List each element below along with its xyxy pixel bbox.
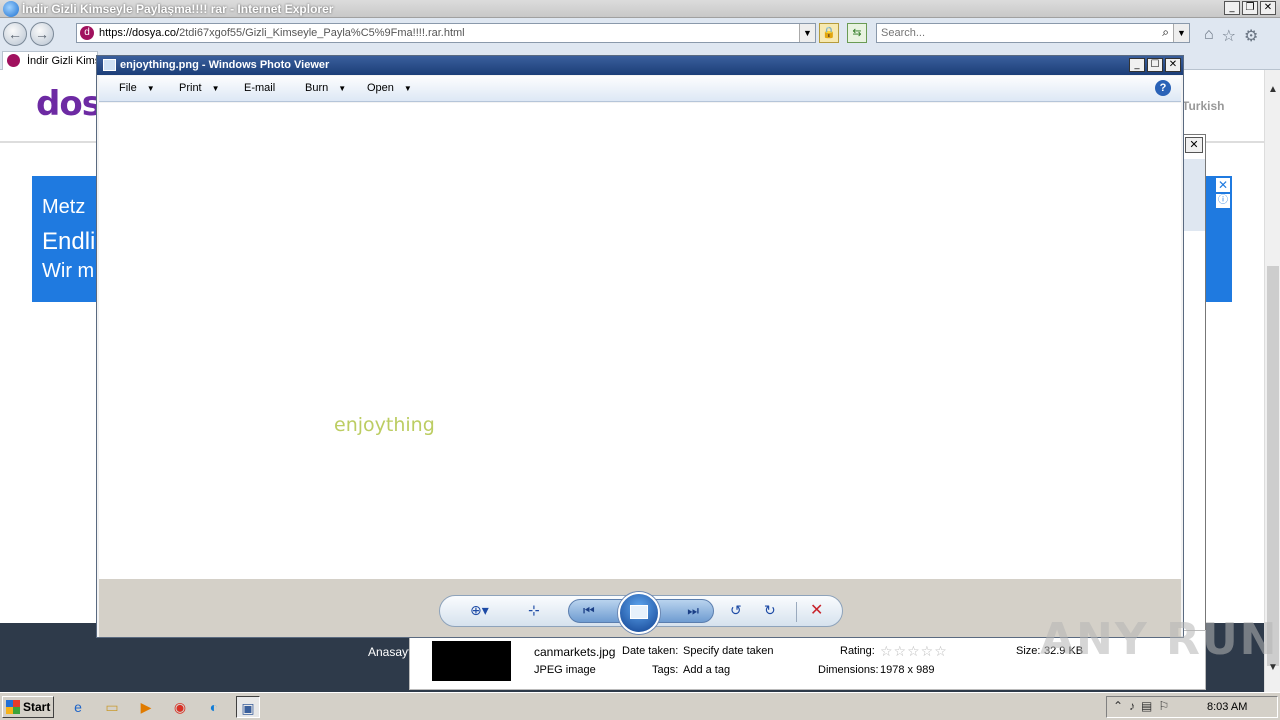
media-player-icon[interactable]: ▶ xyxy=(134,696,158,718)
explorer-folder-icon[interactable]: ▭ xyxy=(100,696,124,718)
chevron-down-icon: ▼ xyxy=(211,84,220,93)
start-button[interactable]: Start xyxy=(2,696,54,718)
pv-close-button[interactable]: ✕ xyxy=(1165,58,1181,72)
pv-minimize-button[interactable]: _ xyxy=(1129,58,1145,72)
size-label: Size: xyxy=(1016,645,1041,657)
tab-label: İndir Gizli Kimseyle Paylaşma!!!! rar xyxy=(27,55,98,67)
ie-window-title: İndir Gizli Kimseyle Paylaşma!!!! rar - … xyxy=(22,2,334,16)
menu-open[interactable]: Open ▼ xyxy=(367,82,412,94)
photo-viewer-titlebar: enjoything.png - Windows Photo Viewer _ … xyxy=(97,56,1183,75)
minimize-button[interactable]: _ xyxy=(1224,1,1240,15)
site-favicon-icon: d xyxy=(80,26,94,40)
restore-button[interactable]: ❐ xyxy=(1242,1,1258,15)
search-box[interactable]: ⌕ ▼ xyxy=(876,23,1190,43)
previous-icon[interactable]: ⏮ xyxy=(583,603,595,619)
system-tray: ⌃♪▤⚐ 8:03 AM xyxy=(1106,696,1278,718)
photo-viewer-toolbar: ⊕▾ ⊹ ⏮ ⏭ ↺ ↻ ✕ xyxy=(439,592,843,634)
date-taken-label: Date taken: xyxy=(622,645,679,657)
actual-size-icon[interactable]: ⊹ xyxy=(528,602,540,619)
menu-email[interactable]: E-mail xyxy=(244,82,275,94)
chevron-down-icon: ▼ xyxy=(338,84,347,93)
ad-line-3: Wir m xyxy=(42,260,95,282)
lock-icon[interactable]: 🔒 xyxy=(819,23,839,43)
ie-tool-icons: ⌂ ☆ ⚙ xyxy=(1204,26,1258,46)
dimensions-label: Dimensions: xyxy=(818,664,879,676)
edge-icon[interactable]: ◐ xyxy=(202,696,226,718)
ad-info-icon[interactable]: ⓘ xyxy=(1216,194,1230,208)
ie-navigation-bar: ← → d https://dosya.co/2tdi67xgof55/Gizl… xyxy=(0,18,1280,50)
delete-icon[interactable]: ✕ xyxy=(810,600,823,620)
search-input[interactable] xyxy=(881,26,1151,40)
ie-titlebar: İndir Gizli Kimseyle Paylaşma!!!! rar - … xyxy=(0,0,1280,18)
search-icon[interactable]: ⌕ xyxy=(1162,25,1169,40)
back-button[interactable]: ← xyxy=(3,22,27,46)
chrome-icon[interactable]: ◉ xyxy=(168,696,192,718)
address-url: https://dosya.co/2tdi67xgof55/Gizli_Kims… xyxy=(99,27,465,39)
photo-viewer-controls: ⊕▾ ⊹ ⏮ ⏭ ↺ ↻ ✕ xyxy=(99,579,1181,637)
menu-burn[interactable]: Burn ▼ xyxy=(305,82,346,94)
chevron-down-icon: ▼ xyxy=(403,84,412,93)
zoom-icon[interactable]: ⊕▾ xyxy=(470,602,489,619)
photo-viewer-window-controls: _ ☐ ✕ xyxy=(1129,58,1181,72)
photo-viewer-window: enjoything.png - Windows Photo Viewer _ … xyxy=(96,55,1184,638)
close-button[interactable]: ✕ xyxy=(1260,1,1276,15)
tab-dosya[interactable]: İndir Gizli Kimseyle Paylaşma!!!! rar xyxy=(2,51,98,70)
forward-button[interactable]: → xyxy=(30,22,54,46)
ie-taskbar-icon[interactable]: e xyxy=(66,696,90,718)
photo-display-area[interactable]: enjoything xyxy=(99,103,1181,579)
menu-file[interactable]: File ▼ xyxy=(119,82,155,94)
gear-icon[interactable]: ⚙ xyxy=(1244,26,1258,46)
clock[interactable]: 8:03 AM xyxy=(1207,701,1247,713)
help-icon[interactable]: ? xyxy=(1155,80,1171,96)
ie-window-controls: _ ❐ ✕ xyxy=(1224,1,1276,15)
search-dropdown-icon[interactable]: ▼ xyxy=(1173,24,1189,42)
tray-icons[interactable]: ⌃♪▤⚐ xyxy=(1113,699,1175,713)
photo-viewer-title: enjoything.png - Windows Photo Viewer xyxy=(120,59,330,71)
photo-viewer-app-icon xyxy=(103,59,116,71)
page-scrollbar[interactable]: ▲ ▼ xyxy=(1264,70,1280,692)
photo-viewer-menubar: File ▼ Print ▼ E-mail Burn ▼ Open ▼ ? xyxy=(99,76,1181,102)
slideshow-button[interactable] xyxy=(618,592,660,634)
chevron-down-icon: ▼ xyxy=(146,84,155,93)
next-icon[interactable]: ⏭ xyxy=(687,603,699,619)
windows-logo-icon xyxy=(6,700,20,714)
file-name: canmarkets.jpg xyxy=(534,645,616,659)
menu-print[interactable]: Print ▼ xyxy=(179,82,220,94)
scroll-up-icon[interactable]: ▲ xyxy=(1265,84,1280,100)
rating-label: Rating: xyxy=(840,645,875,657)
address-dropdown-icon[interactable]: ▼ xyxy=(799,24,815,42)
ad-line-1: Metz xyxy=(42,196,86,218)
address-bar[interactable]: d https://dosya.co/2tdi67xgof55/Gizli_Ki… xyxy=(76,23,816,43)
watermark: ANY RUN xyxy=(1040,614,1279,665)
favorites-star-icon[interactable]: ☆ xyxy=(1222,26,1236,46)
tags-value[interactable]: Add a tag xyxy=(683,664,730,676)
dimensions-value: 1978 x 989 xyxy=(880,664,935,676)
ad-close-icon[interactable]: ✕ xyxy=(1216,178,1230,192)
tags-label: Tags: xyxy=(652,664,679,676)
background-close-icon[interactable]: ✕ xyxy=(1185,137,1203,153)
photo-viewer-taskbar-icon[interactable]: ▣ xyxy=(236,696,260,718)
toolbar-separator xyxy=(796,602,797,622)
language-selector[interactable]: Turkish xyxy=(1182,99,1224,113)
file-type: JPEG image xyxy=(534,664,596,676)
slideshow-icon xyxy=(630,605,648,619)
background-toolbar xyxy=(1181,159,1205,231)
taskbar: Start e ▭ ▶ ◉ ◐ ▣ ⌃♪▤⚐ 8:03 AM xyxy=(0,692,1280,720)
rotate-right-icon[interactable]: ↻ xyxy=(764,602,776,619)
home-icon[interactable]: ⌂ xyxy=(1204,26,1214,46)
ie-logo-icon xyxy=(3,1,19,17)
refresh-icon[interactable]: ⇆ xyxy=(847,23,867,43)
pv-maximize-button[interactable]: ☐ xyxy=(1147,58,1163,72)
date-taken-value[interactable]: Specify date taken xyxy=(683,645,774,657)
rating-stars[interactable]: ☆☆☆☆☆ xyxy=(880,643,948,660)
scroll-thumb[interactable] xyxy=(1267,266,1279,666)
tab-favicon-icon xyxy=(7,54,20,67)
image-text: enjoything xyxy=(334,414,435,436)
file-thumbnail[interactable] xyxy=(432,641,511,681)
rotate-left-icon[interactable]: ↺ xyxy=(730,602,742,619)
